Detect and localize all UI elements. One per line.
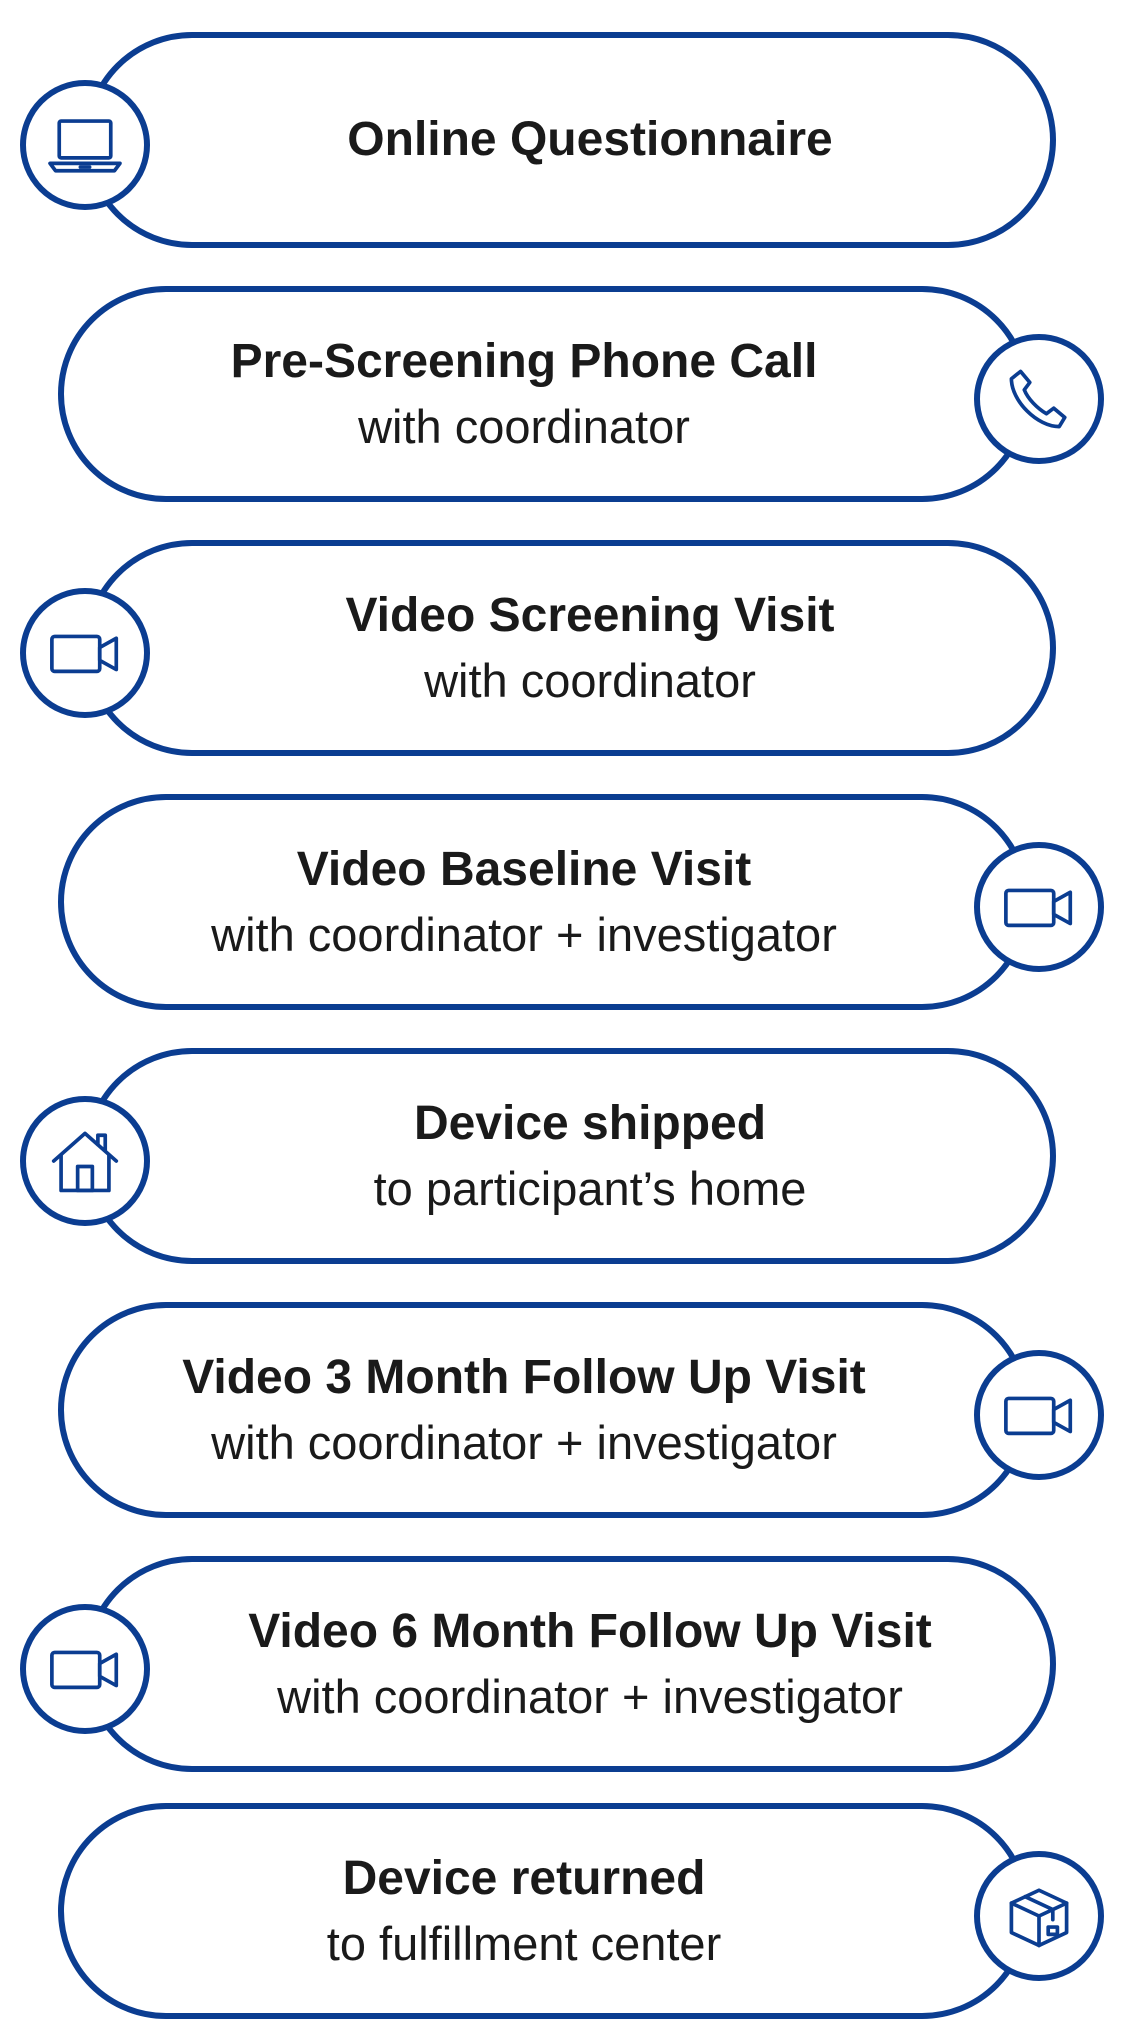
step-video-screening-visit: Video Screening Visit with coordinator bbox=[0, 528, 1124, 768]
step-device-returned: Device returned to fulfillment center bbox=[0, 1791, 1124, 2031]
step-title: Device returned bbox=[342, 1852, 706, 1905]
step-title: Pre-Screening Phone Call bbox=[230, 335, 818, 388]
step-subtitle: to participant’s home bbox=[373, 1162, 807, 1215]
step-video-baseline-visit: Video Baseline Visit with coordinator + … bbox=[0, 782, 1124, 1022]
video-camera-icon bbox=[20, 588, 150, 718]
step-pill: Video Screening Visit with coordinator bbox=[84, 540, 1056, 756]
step-subtitle: with coordinator + investigator bbox=[211, 1416, 837, 1469]
video-camera-icon bbox=[974, 842, 1104, 972]
step-video-6-month-follow-up-visit: Video 6 Month Follow Up Visit with coord… bbox=[0, 1544, 1124, 1784]
step-title: Online Questionnaire bbox=[347, 113, 833, 166]
phone-icon bbox=[974, 334, 1104, 464]
video-camera-icon bbox=[20, 1604, 150, 1734]
step-online-questionnaire: Online Questionnaire bbox=[0, 20, 1124, 260]
step-title: Video 6 Month Follow Up Visit bbox=[248, 1605, 932, 1658]
step-pill: Pre-Screening Phone Call with coordinato… bbox=[58, 286, 1030, 502]
package-icon bbox=[974, 1851, 1104, 1981]
step-pre-screening-phone-call: Pre-Screening Phone Call with coordinato… bbox=[0, 274, 1124, 514]
video-camera-icon bbox=[974, 1350, 1104, 1480]
step-title: Video Baseline Visit bbox=[296, 843, 752, 896]
step-title: Device shipped bbox=[413, 1097, 767, 1150]
step-pill: Video Baseline Visit with coordinator + … bbox=[58, 794, 1030, 1010]
step-device-shipped: Device shipped to participant’s home bbox=[0, 1036, 1124, 1276]
step-subtitle: with coordinator + investigator bbox=[211, 908, 837, 961]
step-subtitle: with coordinator bbox=[424, 654, 756, 707]
step-pill: Device shipped to participant’s home bbox=[84, 1048, 1056, 1264]
step-subtitle: with coordinator + investigator bbox=[277, 1670, 903, 1723]
step-subtitle: to fulfillment center bbox=[326, 1917, 722, 1970]
step-pill: Online Questionnaire bbox=[84, 32, 1056, 248]
step-pill: Video 6 Month Follow Up Visit with coord… bbox=[84, 1556, 1056, 1772]
laptop-icon bbox=[20, 80, 150, 210]
house-icon bbox=[20, 1096, 150, 1226]
step-title: Video 3 Month Follow Up Visit bbox=[182, 1351, 866, 1404]
step-video-3-month-follow-up-visit: Video 3 Month Follow Up Visit with coord… bbox=[0, 1290, 1124, 1530]
step-title: Video Screening Visit bbox=[345, 589, 835, 642]
step-pill: Video 3 Month Follow Up Visit with coord… bbox=[58, 1302, 1030, 1518]
step-subtitle: with coordinator bbox=[358, 400, 690, 453]
step-pill: Device returned to fulfillment center bbox=[58, 1803, 1030, 2019]
